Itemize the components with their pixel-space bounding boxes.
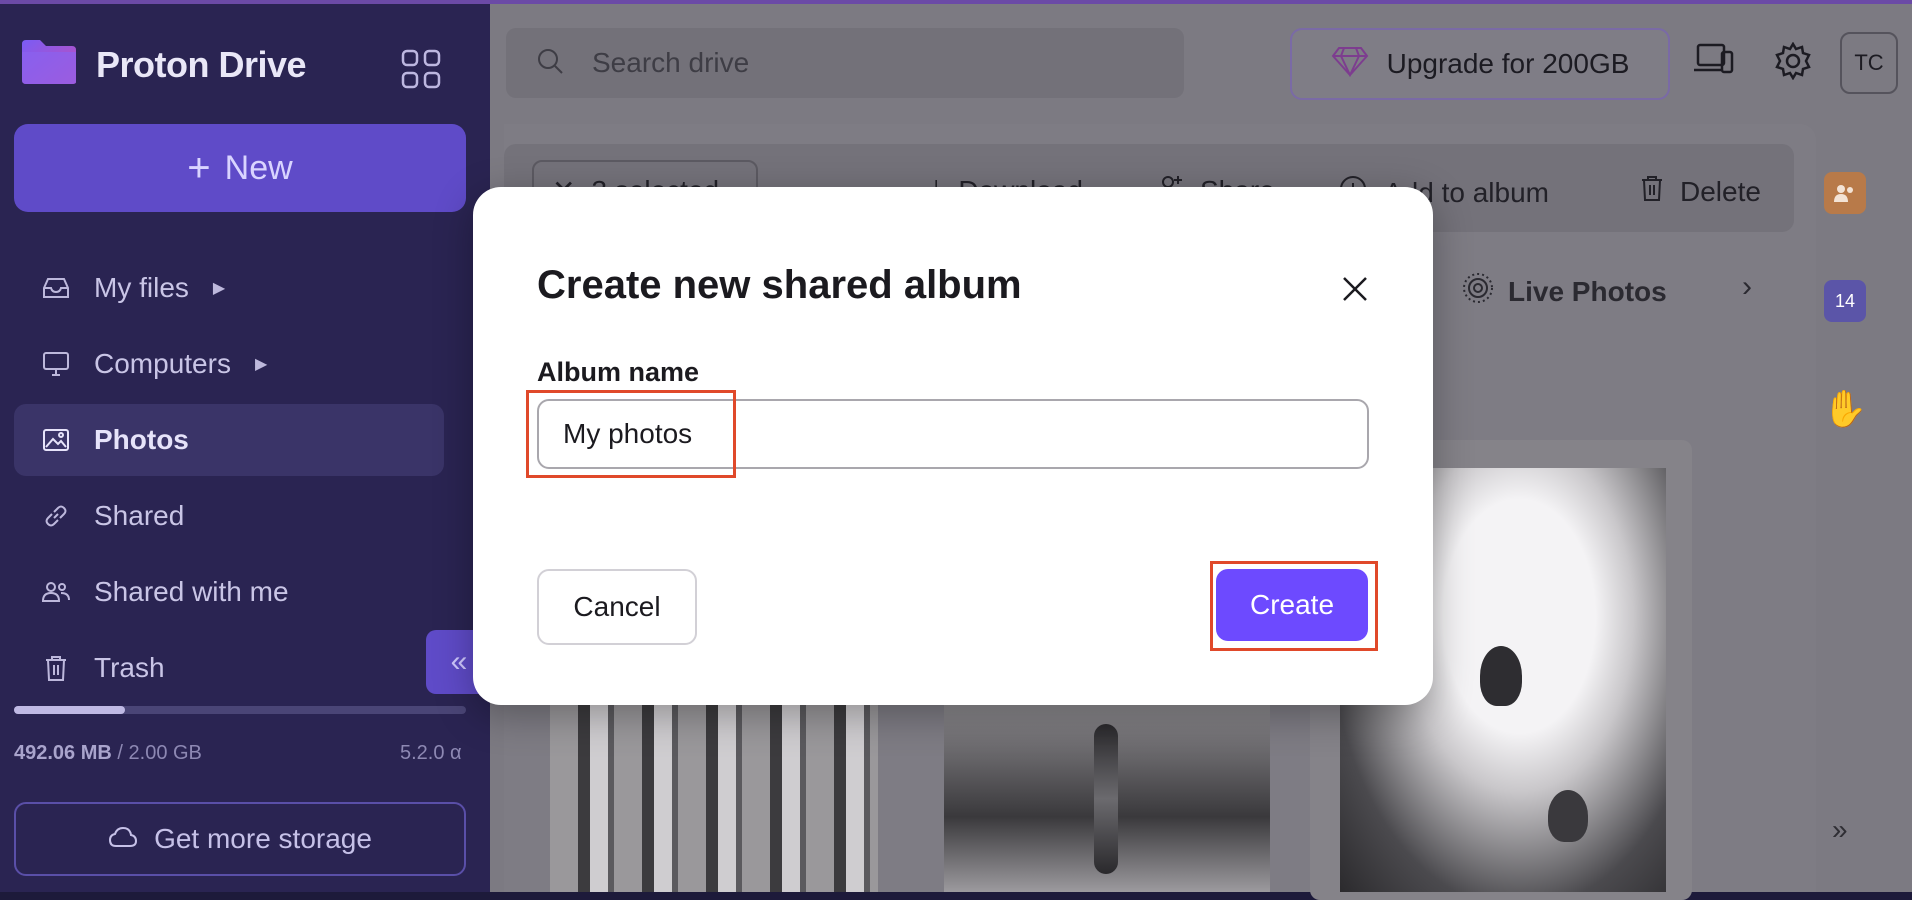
caret-right-icon[interactable]: ▶: [255, 354, 267, 374]
sidebar-item-label: My files: [94, 272, 189, 303]
search-bar[interactable]: [506, 28, 1184, 98]
sidebar-item-shared[interactable]: Shared: [14, 480, 444, 552]
monitor-icon: [40, 348, 72, 380]
sidebar-item-label: Shared with me: [94, 576, 289, 607]
settings-gear-icon[interactable]: [1774, 41, 1812, 85]
upgrade-button[interactable]: Upgrade for 200GB: [1290, 28, 1670, 100]
search-icon: [536, 47, 564, 80]
live-photos-label: Live Photos: [1508, 275, 1667, 307]
calendar-day: 14: [1834, 290, 1856, 311]
inbox-icon: [40, 272, 72, 304]
sidebar-nav: My files ▶ Computers ▶ Photos Shared Sha…: [14, 252, 444, 708]
photo-detail: [1548, 790, 1588, 842]
double-chevron-left-icon: «: [450, 645, 468, 678]
search-input[interactable]: [590, 46, 1154, 80]
sidebar-item-my-files[interactable]: My files ▶: [14, 252, 444, 324]
brand-logo[interactable]: Proton Drive: [20, 38, 307, 91]
highlight-box: [526, 390, 736, 478]
sidebar-item-label: Photos: [94, 424, 189, 455]
close-icon: [1343, 277, 1367, 301]
dialog-title: Create new shared album: [537, 263, 1022, 307]
get-more-storage-button[interactable]: Get more storage: [14, 802, 466, 876]
devices-icon[interactable]: [1692, 42, 1734, 81]
photo-thumbnail[interactable]: [944, 704, 1270, 892]
album-name-label: Album name: [537, 357, 700, 387]
storage-usage: 492.06 MB / 2.00 GB: [14, 742, 202, 765]
storage-progress-fill: [14, 706, 126, 714]
storage-used: 492.06 MB: [14, 742, 112, 764]
storage-total: / 2.00 GB: [111, 742, 202, 764]
delete-label: Delete: [1680, 175, 1761, 207]
close-dialog-button[interactable]: [1335, 269, 1375, 309]
caret-right-icon[interactable]: ▶: [213, 278, 225, 298]
chevron-right-icon[interactable]: ›: [1742, 270, 1752, 304]
cancel-button[interactable]: Cancel: [537, 569, 697, 645]
link-icon: [40, 500, 72, 532]
create-album-dialog: Create new shared album Album name Cance…: [473, 187, 1433, 705]
sidebar-item-photos[interactable]: Photos: [14, 404, 444, 476]
photo-detail: [1480, 646, 1522, 706]
photo-thumbnail[interactable]: [550, 704, 878, 892]
contacts-app-icon[interactable]: [1824, 172, 1866, 214]
image-icon: [40, 424, 72, 456]
sidebar-item-trash[interactable]: Trash: [14, 632, 444, 704]
proton-drive-folder-icon: [20, 38, 78, 91]
storage-progress-bar: [14, 706, 466, 714]
sidebar: Proton Drive + New My files ▶ Computers …: [0, 4, 492, 892]
app-version: 5.2.0 α: [400, 742, 462, 764]
highlight-box: [1210, 561, 1378, 651]
new-button[interactable]: + New: [14, 124, 466, 212]
cloud-icon: [108, 823, 138, 855]
get-more-storage-label: Get more storage: [154, 823, 372, 854]
sidebar-item-computers[interactable]: Computers ▶: [14, 328, 444, 400]
new-button-label: New: [224, 148, 293, 187]
users-icon: [40, 576, 72, 608]
proton-drive-app: Proton Drive + New My files ▶ Computers …: [0, 0, 1912, 900]
sidebar-item-label: Trash: [94, 652, 165, 683]
app-switcher-icon[interactable]: [400, 48, 442, 95]
photo-detail: [1094, 724, 1118, 874]
trash-icon: [40, 652, 72, 684]
brand-name: Proton Drive: [96, 43, 307, 85]
right-app-rail: 14 ✋: [1823, 124, 1912, 892]
live-photo-icon: [1462, 272, 1494, 311]
sidebar-item-label: Computers: [94, 348, 231, 379]
sidebar-item-label: Shared: [94, 500, 185, 531]
diamond-icon: [1331, 45, 1369, 84]
user-avatar[interactable]: TC: [1840, 32, 1898, 94]
filter-live-photos[interactable]: Live Photos: [1462, 272, 1667, 311]
delete-button[interactable]: Delete: [1640, 174, 1761, 209]
sidebar-item-shared-with-me[interactable]: Shared with me: [14, 556, 444, 628]
upgrade-label: Upgrade for 200GB: [1386, 48, 1630, 79]
calendar-app-icon[interactable]: 14: [1824, 280, 1866, 322]
trash-icon: [1640, 174, 1664, 209]
wave-hand-icon[interactable]: ✋: [1823, 388, 1868, 430]
plus-icon: +: [187, 145, 211, 190]
double-chevron-right-icon[interactable]: »: [1832, 814, 1848, 846]
